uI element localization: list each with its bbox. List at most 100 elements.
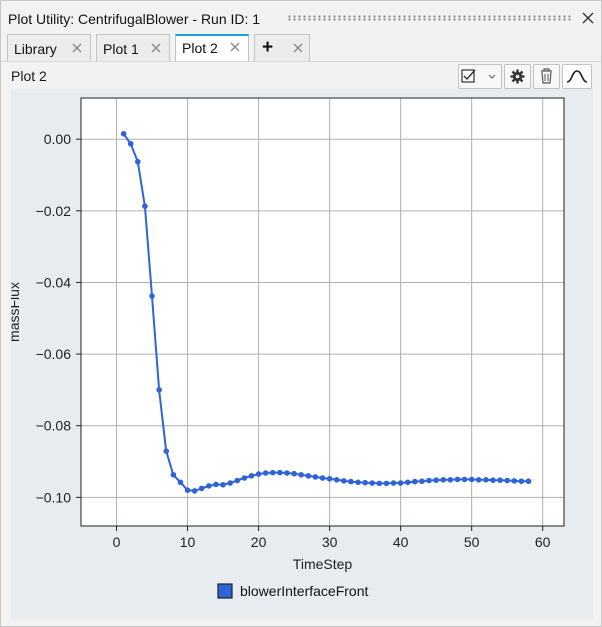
curve-style-button[interactable]	[562, 64, 592, 89]
data-point	[206, 483, 212, 489]
y-tick-label: −0.04	[36, 274, 72, 290]
data-point	[447, 476, 454, 483]
data-point	[177, 479, 184, 486]
data-point	[213, 481, 219, 488]
title-bar[interactable]: Plot Utility: CentrifugalBlower - Run ID…	[1, 1, 601, 33]
add-tab-icon: +	[262, 37, 274, 58]
data-point	[419, 478, 425, 485]
data-point	[511, 478, 518, 484]
data-point	[468, 476, 475, 483]
data-point	[376, 480, 383, 487]
tab-plot-2[interactable]: Plot 2	[175, 34, 249, 61]
gear-icon	[510, 69, 525, 84]
x-tick-label: 10	[180, 534, 196, 550]
data-point	[312, 474, 319, 480]
data-point	[163, 448, 170, 454]
x-tick-label: 40	[393, 534, 409, 550]
data-point	[269, 469, 276, 476]
tab-label: Plot 1	[103, 41, 139, 57]
x-tick-label: 0	[113, 534, 121, 550]
data-point	[433, 477, 439, 483]
data-point	[255, 471, 262, 477]
data-point	[454, 476, 461, 483]
data-point	[397, 480, 404, 486]
data-point	[262, 470, 269, 476]
legend-label[interactable]: blowerInterfaceFront	[240, 583, 369, 599]
data-point	[191, 488, 198, 494]
tab-plot-1[interactable]: Plot 1	[96, 34, 170, 61]
delete-button[interactable]	[533, 64, 560, 89]
curve-icon	[566, 70, 588, 83]
data-point	[390, 480, 397, 486]
data-point	[426, 477, 432, 484]
line-chart[interactable]: 0 10 20 30 40 50 60 0.00 −0.02 −0.04 −0.06 −0.08 −0.…	[6, 89, 593, 619]
data-point	[156, 387, 162, 393]
y-tick-label: −0.10	[36, 489, 72, 505]
y-tick-label: 0.00	[44, 131, 71, 147]
data-point	[135, 158, 141, 165]
data-point	[291, 470, 297, 477]
close-icon[interactable]	[291, 41, 305, 55]
close-icon[interactable]	[70, 41, 84, 55]
x-tick-label: 20	[251, 534, 267, 550]
data-point	[333, 476, 340, 483]
data-point	[241, 475, 248, 481]
x-axis-label: TimeStep	[293, 556, 353, 572]
tab-library[interactable]: Library	[7, 34, 91, 61]
plot-toolbar: Plot 2	[1, 61, 601, 89]
data-point	[234, 477, 241, 484]
data-point	[305, 473, 312, 479]
tab-bar: Library Plot 1 Plot 2 +	[1, 33, 601, 61]
plot-name-label: Plot 2	[11, 68, 47, 84]
data-point	[355, 479, 361, 486]
data-point	[220, 482, 226, 488]
y-tick-label: −0.08	[36, 418, 72, 434]
data-point	[412, 478, 418, 485]
data-point	[326, 475, 333, 482]
tab-label: Plot 2	[182, 40, 218, 56]
data-point	[198, 485, 205, 492]
close-icon[interactable]	[228, 40, 242, 54]
series-select-button[interactable]	[458, 64, 502, 89]
data-point	[518, 478, 525, 485]
x-tick-label: 50	[464, 534, 480, 550]
tab-label: Library	[14, 41, 57, 57]
checklist-dropdown-icon	[461, 69, 496, 83]
drag-grip-icon[interactable]	[287, 15, 573, 21]
data-point	[184, 487, 191, 493]
plot-utility-window: Plot Utility: CentrifugalBlower - Run ID…	[0, 0, 602, 627]
data-point	[497, 477, 503, 483]
data-point	[127, 141, 134, 147]
data-point	[348, 478, 354, 485]
data-point	[404, 479, 411, 486]
data-point	[440, 476, 447, 483]
y-axis-label: massFlux	[11, 282, 22, 342]
data-point	[483, 476, 489, 483]
settings-button[interactable]	[504, 64, 531, 89]
x-tick-label: 60	[535, 534, 551, 550]
data-point	[227, 480, 233, 486]
legend-swatch[interactable]	[217, 583, 233, 599]
close-icon[interactable]	[579, 9, 597, 27]
y-tick-label: −0.02	[36, 203, 72, 219]
close-icon[interactable]	[149, 41, 163, 55]
data-point	[120, 131, 127, 137]
plot-pane: 0 10 20 30 40 50 60 0.00 −0.02 −0.04 −0.06 −0.08 −0.…	[6, 89, 593, 619]
data-point	[383, 480, 390, 487]
window-title: Plot Utility: CentrifugalBlower - Run ID…	[8, 11, 261, 27]
data-point	[298, 471, 304, 478]
data-point	[277, 469, 283, 476]
data-point	[341, 478, 347, 484]
data-point	[149, 293, 155, 299]
y-tick-label: −0.06	[36, 346, 72, 362]
trash-icon	[541, 68, 552, 84]
tab-add-plot[interactable]: +	[254, 34, 310, 61]
data-point	[248, 473, 255, 479]
data-point	[319, 475, 326, 481]
x-tick-label: 30	[322, 534, 338, 550]
data-point	[142, 203, 148, 209]
data-point	[362, 479, 368, 486]
data-point	[504, 477, 510, 484]
data-point	[284, 470, 290, 476]
data-point	[475, 476, 482, 483]
